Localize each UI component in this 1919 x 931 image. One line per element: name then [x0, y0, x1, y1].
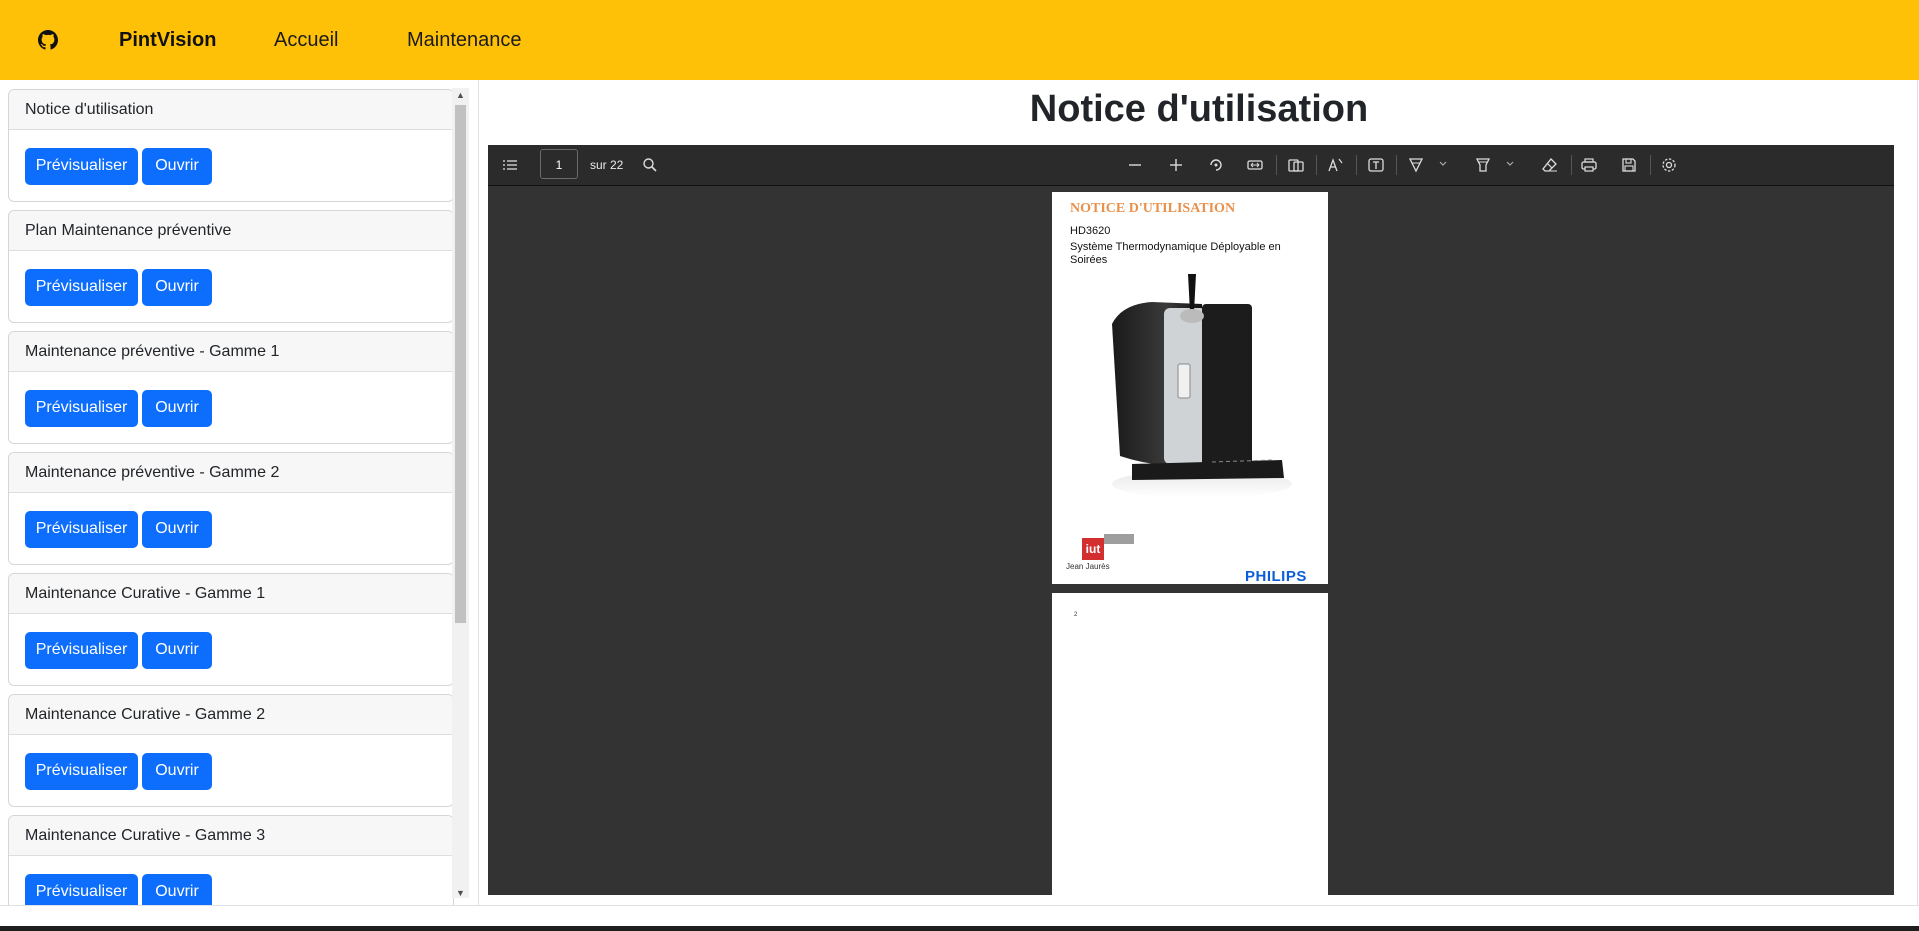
open-button[interactable]: Ouvrir: [142, 874, 212, 905]
page-number-input[interactable]: 1: [540, 149, 578, 179]
document-title: Maintenance préventive - Gamme 1: [9, 332, 453, 372]
brand-name[interactable]: PintVision: [119, 29, 216, 52]
preview-button[interactable]: Prévisualiser: [25, 390, 138, 427]
document-card: Notice d'utilisation Prévisualiser Ouvri…: [8, 89, 454, 202]
document-title: Notice d'utilisation: [9, 90, 453, 130]
document-title: Maintenance Curative - Gamme 2: [9, 695, 453, 735]
open-button[interactable]: Ouvrir: [142, 753, 212, 790]
pdf-page: NOTICE D'UTILISATION HD3620 Système Ther…: [1052, 192, 1328, 585]
iut-logo: iut: [1082, 538, 1104, 560]
open-button[interactable]: Ouvrir: [142, 511, 212, 548]
document-title: Maintenance Curative - Gamme 3: [9, 816, 453, 856]
toolbar-separator: [1316, 155, 1317, 175]
save-icon[interactable]: [1621, 157, 1637, 173]
document-heading: NOTICE D'UTILISATION: [1070, 201, 1236, 216]
sidebar-toggle-icon[interactable]: [502, 157, 518, 173]
fit-width-icon[interactable]: [1247, 157, 1263, 173]
text-highlight-icon[interactable]: [1328, 157, 1344, 173]
beer-dispenser-image: [1112, 274, 1292, 498]
rotate-icon[interactable]: [1208, 157, 1224, 173]
preview-button[interactable]: Prévisualiser: [25, 632, 138, 669]
logo-badge: [1104, 534, 1134, 544]
nav-link-accueil[interactable]: Accueil: [274, 29, 338, 52]
document-title: Maintenance Curative - Gamme 1: [9, 574, 453, 614]
model-number: HD3620: [1070, 225, 1111, 237]
github-icon[interactable]: [38, 30, 58, 50]
toolbar-separator: [1276, 155, 1277, 175]
document-list: Notice d'utilisation Prévisualiser Ouvri…: [0, 80, 479, 905]
toolbar-separator: [1396, 155, 1397, 175]
scroll-down-arrow-icon[interactable]: ▼: [456, 888, 465, 898]
search-icon[interactable]: [642, 157, 658, 173]
settings-icon[interactable]: [1661, 157, 1677, 173]
page-layout-icon[interactable]: [1288, 157, 1304, 173]
sidebar-scrollbar-thumb[interactable]: [455, 105, 466, 623]
page-number: 2: [1074, 612, 1078, 618]
preview-button[interactable]: Prévisualiser: [25, 511, 138, 548]
philips-logo: PHILIPS: [1245, 568, 1307, 585]
toolbar-separator: [1571, 155, 1572, 175]
eraser-icon[interactable]: [1542, 157, 1558, 173]
page-count: sur 22: [590, 158, 624, 172]
page-title: Notice d'utilisation: [1029, 88, 1369, 130]
toolbar-separator: [1356, 155, 1357, 175]
preview-button[interactable]: Prévisualiser: [25, 874, 138, 905]
pdf-page: 2: [1052, 593, 1328, 895]
draw-icon[interactable]: [1408, 157, 1424, 173]
sidebar-scrollbar[interactable]: ▲ ▼: [452, 88, 469, 898]
chevron-down-icon[interactable]: [1438, 159, 1448, 169]
zoom-in-icon[interactable]: [1168, 157, 1184, 173]
highlight-icon[interactable]: [1475, 157, 1491, 173]
document-card: Maintenance Curative - Gamme 3 Prévisual…: [8, 815, 454, 905]
zoom-out-icon[interactable]: [1127, 157, 1143, 173]
nav-link-maintenance[interactable]: Maintenance: [407, 29, 522, 52]
navbar: PintVision Accueil Maintenance: [0, 0, 1919, 80]
open-button[interactable]: Ouvrir: [142, 148, 212, 185]
pdf-toolbar: 1 sur 22: [488, 145, 1894, 186]
preview-button[interactable]: Prévisualiser: [25, 269, 138, 306]
text-box-icon[interactable]: [1368, 157, 1384, 173]
print-icon[interactable]: [1581, 157, 1597, 173]
document-card: Maintenance Curative - Gamme 1 Prévisual…: [8, 573, 454, 686]
document-card: Maintenance préventive - Gamme 2 Prévisu…: [8, 452, 454, 565]
university-logo: Jean Jaurès: [1066, 562, 1110, 571]
pdf-viewer: 1 sur 22 NOTICE D'UTILISATION HD3620 Sys…: [488, 145, 1894, 895]
divider: [478, 80, 479, 906]
divider: [0, 905, 1919, 906]
document-title: Plan Maintenance préventive: [9, 211, 453, 251]
open-button[interactable]: Ouvrir: [142, 632, 212, 669]
document-card: Plan Maintenance préventive Prévisualise…: [8, 210, 454, 323]
toolbar-separator: [1650, 155, 1651, 175]
document-card: Maintenance préventive - Gamme 1 Prévisu…: [8, 331, 454, 444]
document-title: Maintenance préventive - Gamme 2: [9, 453, 453, 493]
open-button[interactable]: Ouvrir: [142, 269, 212, 306]
scroll-up-arrow-icon[interactable]: ▲: [456, 90, 465, 100]
chevron-down-icon[interactable]: [1505, 159, 1515, 169]
window-bottom-edge: [0, 926, 1919, 931]
preview-button[interactable]: Prévisualiser: [25, 753, 138, 790]
divider: [1917, 80, 1918, 906]
document-card: Maintenance Curative - Gamme 2 Prévisual…: [8, 694, 454, 807]
open-button[interactable]: Ouvrir: [142, 390, 212, 427]
preview-button[interactable]: Prévisualiser: [25, 148, 138, 185]
